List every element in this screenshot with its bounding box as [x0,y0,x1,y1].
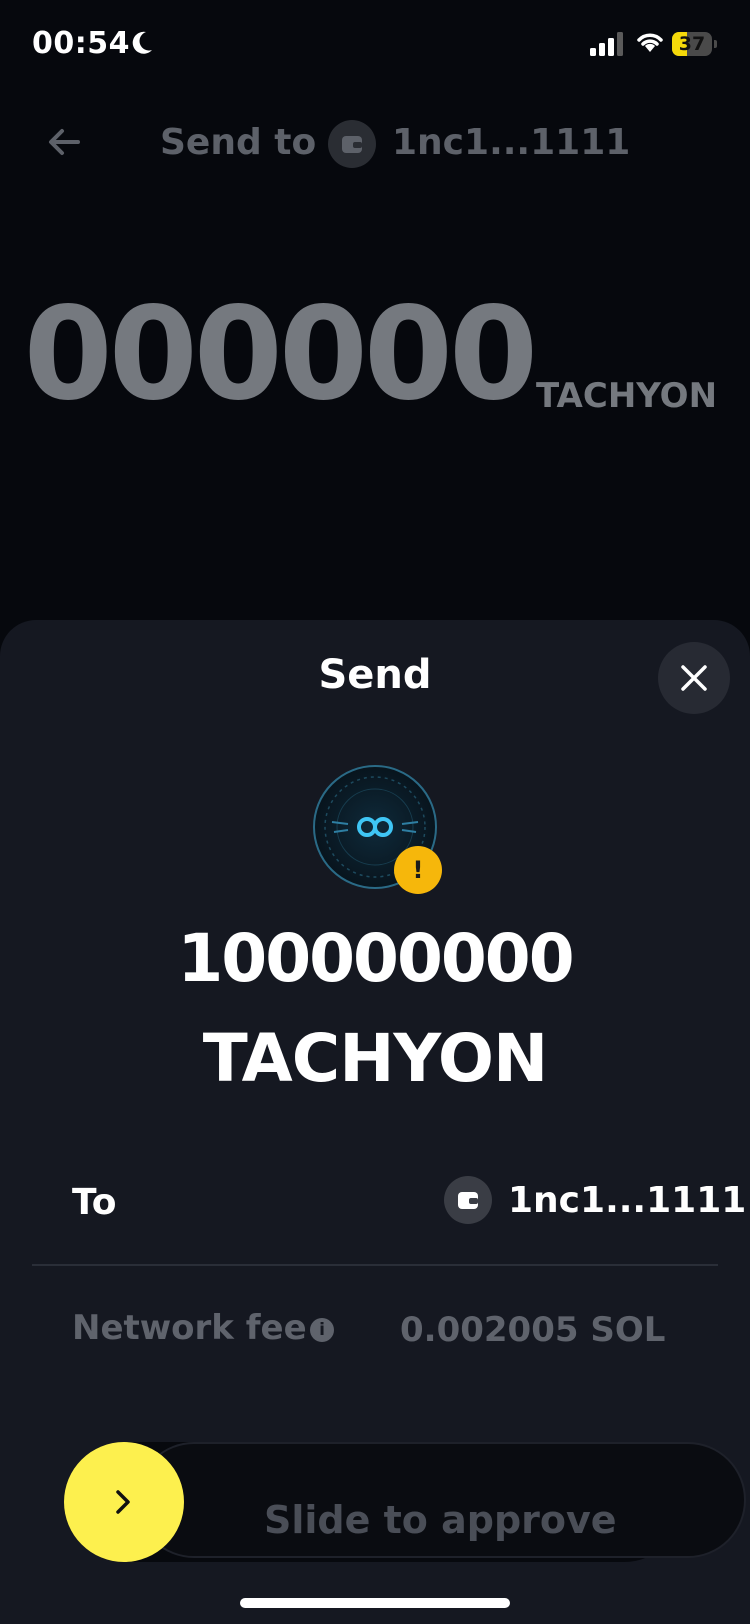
send-confirmation-sheet: Send ! 100000000 TACHYON To 1nc1...1111 [0,620,750,1624]
amount-value: 000000 [24,290,534,429]
info-icon[interactable]: i [310,1318,334,1342]
warning-icon: ! [394,846,442,894]
send-amount: 100000000 [177,920,574,997]
network-fee-value-wrap: 0.002005 SOL [400,1310,680,1348]
network-fee-value: 0.002005 SOL [400,1310,666,1348]
to-label: To [72,1182,117,1223]
recipient-address-header: 1nc1...1111 [392,122,631,163]
sheet-title: Send [318,652,432,698]
home-indicator [240,1598,510,1608]
amount-display: 000000 [24,290,534,430]
to-address[interactable]: 1nc1...1111 [508,1180,746,1221]
chevron-right-icon [116,1490,130,1514]
background-send-screen: Send to 1nc1...1111 000000 TACHYON [0,0,750,620]
close-icon [681,665,707,691]
send-token: TACHYON [202,1020,548,1097]
slider-label: Slide to approve [264,1498,617,1542]
slide-to-approve[interactable]: Slide to approve [64,1442,746,1562]
amount-unit: TACHYON [536,376,718,416]
network-fee-label: Network fee [72,1308,307,1348]
close-button[interactable] [658,642,730,714]
back-arrow-icon[interactable] [44,122,84,162]
slider-handle[interactable] [64,1442,184,1562]
divider [32,1264,718,1266]
wallet-icon [444,1176,492,1224]
send-to-label: Send to [160,122,317,163]
wallet-icon [328,120,376,168]
